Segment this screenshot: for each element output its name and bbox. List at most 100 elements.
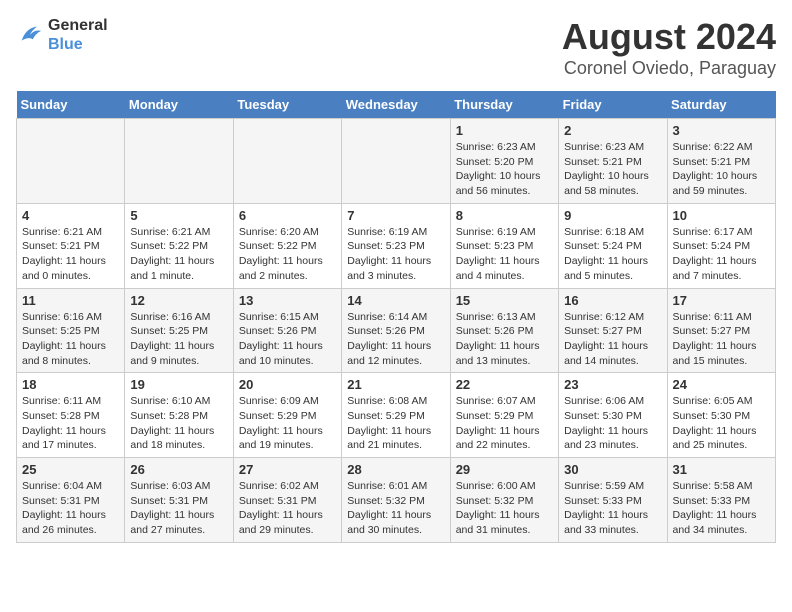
calendar-cell: 14Sunrise: 6:14 AMSunset: 5:26 PMDayligh… [342, 288, 450, 373]
day-number: 4 [22, 208, 119, 223]
day-number: 19 [130, 377, 227, 392]
calendar-cell: 25Sunrise: 6:04 AMSunset: 5:31 PMDayligh… [17, 458, 125, 543]
day-info: Sunrise: 6:06 AMSunset: 5:30 PMDaylight:… [564, 394, 661, 453]
header-tuesday: Tuesday [233, 91, 341, 119]
day-info: Sunrise: 6:08 AMSunset: 5:29 PMDaylight:… [347, 394, 444, 453]
calendar-cell: 29 Sunrise: 6:00 AMSunset: 5:32 PMDayligh… [450, 458, 558, 543]
day-number: 31 [673, 462, 770, 477]
calendar-cell: 3 Sunrise: 6:22 AMSunset: 5:21 PMDaylight… [667, 119, 775, 204]
calendar-cell: 6 Sunrise: 6:20 AMSunset: 5:22 PMDaylight… [233, 203, 341, 288]
day-number: 20 [239, 377, 336, 392]
day-number: 25 [22, 462, 119, 477]
calendar-cell: 15 Sunrise: 6:13 AMSunset: 5:26 PMDayligh… [450, 288, 558, 373]
day-info: Sunrise: 6:21 AMSunset: 5:21 PMDaylight:… [22, 225, 119, 284]
calendar-cell: 31 Sunrise: 5:58 AMSunset: 5:33 PMDayligh… [667, 458, 775, 543]
day-info: Sunrise: 6:11 AMSunset: 5:27 PMDaylight:… [673, 310, 770, 369]
day-info: Sunrise: 6:19 AMSunset: 5:23 PMDaylight:… [347, 225, 444, 284]
day-number: 21 [347, 377, 444, 392]
day-info: Sunrise: 6:22 AMSunset: 5:21 PMDaylight:… [673, 140, 770, 199]
calendar-cell: 11 Sunrise: 6:16 AMSunset: 5:25 PMDayligh… [17, 288, 125, 373]
day-number: 24 [673, 377, 770, 392]
day-info: Sunrise: 5:59 AMSunset: 5:33 PMDaylight:… [564, 479, 661, 538]
calendar-week-row: 11 Sunrise: 6:16 AMSunset: 5:25 PMDayligh… [17, 288, 776, 373]
calendar-week-row: 25Sunrise: 6:04 AMSunset: 5:31 PMDayligh… [17, 458, 776, 543]
calendar-cell: 19 Sunrise: 6:10 AMSunset: 5:28 PMDayligh… [125, 373, 233, 458]
logo-text-general: General [48, 16, 108, 35]
day-info: Sunrise: 6:17 AMSunset: 5:24 PMDaylight:… [673, 225, 770, 284]
calendar-cell: 12 Sunrise: 6:16 AMSunset: 5:25 PMDayligh… [125, 288, 233, 373]
day-info: Sunrise: 6:23 AMSunset: 5:20 PMDaylight:… [456, 140, 553, 199]
calendar-cell: 13 Sunrise: 6:15 AMSunset: 5:26 PMDayligh… [233, 288, 341, 373]
day-number: 13 [239, 293, 336, 308]
calendar-cell: 18Sunrise: 6:11 AMSunset: 5:28 PMDayligh… [17, 373, 125, 458]
day-info: Sunrise: 6:03 AMSunset: 5:31 PMDaylight:… [130, 479, 227, 538]
logo-text-blue: Blue [48, 35, 108, 54]
day-number: 10 [673, 208, 770, 223]
day-info: Sunrise: 6:15 AMSunset: 5:26 PMDaylight:… [239, 310, 336, 369]
calendar-cell [125, 119, 233, 204]
day-number: 15 [456, 293, 553, 308]
header-thursday: Thursday [450, 91, 558, 119]
day-info: Sunrise: 6:19 AMSunset: 5:23 PMDaylight:… [456, 225, 553, 284]
day-number: 17 [673, 293, 770, 308]
calendar-week-row: 18Sunrise: 6:11 AMSunset: 5:28 PMDayligh… [17, 373, 776, 458]
header-monday: Monday [125, 91, 233, 119]
calendar-cell: 9 Sunrise: 6:18 AMSunset: 5:24 PMDaylight… [559, 203, 667, 288]
day-info: Sunrise: 6:00 AMSunset: 5:32 PMDaylight:… [456, 479, 553, 538]
calendar-cell: 17 Sunrise: 6:11 AMSunset: 5:27 PMDayligh… [667, 288, 775, 373]
calendar-cell: 5 Sunrise: 6:21 AMSunset: 5:22 PMDaylight… [125, 203, 233, 288]
day-info: Sunrise: 6:21 AMSunset: 5:22 PMDaylight:… [130, 225, 227, 284]
day-number: 11 [22, 293, 119, 308]
day-info: Sunrise: 6:02 AMSunset: 5:31 PMDaylight:… [239, 479, 336, 538]
day-number: 2 [564, 123, 661, 138]
day-number: 5 [130, 208, 227, 223]
calendar-cell: 28Sunrise: 6:01 AMSunset: 5:32 PMDayligh… [342, 458, 450, 543]
day-number: 16 [564, 293, 661, 308]
day-number: 12 [130, 293, 227, 308]
day-number: 8 [456, 208, 553, 223]
calendar-cell: 20Sunrise: 6:09 AMSunset: 5:29 PMDayligh… [233, 373, 341, 458]
day-info: Sunrise: 6:12 AMSunset: 5:27 PMDaylight:… [564, 310, 661, 369]
day-number: 3 [673, 123, 770, 138]
calendar-title: August 2024 [562, 16, 776, 58]
logo-icon [16, 21, 44, 49]
day-number: 22 [456, 377, 553, 392]
calendar-cell: 30Sunrise: 5:59 AMSunset: 5:33 PMDayligh… [559, 458, 667, 543]
calendar-cell [342, 119, 450, 204]
calendar-cell: 21 Sunrise: 6:08 AMSunset: 5:29 PMDayligh… [342, 373, 450, 458]
day-number: 27 [239, 462, 336, 477]
page-header: General Blue August 2024 Coronel Oviedo,… [16, 16, 776, 79]
day-number: 28 [347, 462, 444, 477]
calendar-cell [233, 119, 341, 204]
calendar-cell: 22 Sunrise: 6:07 AMSunset: 5:29 PMDayligh… [450, 373, 558, 458]
day-info: Sunrise: 6:16 AMSunset: 5:25 PMDaylight:… [130, 310, 227, 369]
day-number: 29 [456, 462, 553, 477]
calendar-cell: 24Sunrise: 6:05 AMSunset: 5:30 PMDayligh… [667, 373, 775, 458]
header-friday: Friday [559, 91, 667, 119]
day-info: Sunrise: 6:13 AMSunset: 5:26 PMDaylight:… [456, 310, 553, 369]
calendar-cell: 2 Sunrise: 6:23 AMSunset: 5:21 PMDaylight… [559, 119, 667, 204]
day-number: 14 [347, 293, 444, 308]
day-info: Sunrise: 5:58 AMSunset: 5:33 PMDaylight:… [673, 479, 770, 538]
calendar-cell: 4 Sunrise: 6:21 AMSunset: 5:21 PMDaylight… [17, 203, 125, 288]
day-info: Sunrise: 6:20 AMSunset: 5:22 PMDaylight:… [239, 225, 336, 284]
calendar-subtitle: Coronel Oviedo, Paraguay [562, 58, 776, 79]
calendar-table: SundayMondayTuesdayWednesdayThursdayFrid… [16, 91, 776, 543]
day-info: Sunrise: 6:07 AMSunset: 5:29 PMDaylight:… [456, 394, 553, 453]
calendar-cell: 8 Sunrise: 6:19 AMSunset: 5:23 PMDaylight… [450, 203, 558, 288]
day-number: 23 [564, 377, 661, 392]
calendar-cell [17, 119, 125, 204]
calendar-header-row: SundayMondayTuesdayWednesdayThursdayFrid… [17, 91, 776, 119]
day-number: 9 [564, 208, 661, 223]
title-block: August 2024 Coronel Oviedo, Paraguay [562, 16, 776, 79]
day-number: 26 [130, 462, 227, 477]
calendar-cell: 7Sunrise: 6:19 AMSunset: 5:23 PMDaylight… [342, 203, 450, 288]
calendar-week-row: 1Sunrise: 6:23 AMSunset: 5:20 PMDaylight… [17, 119, 776, 204]
day-info: Sunrise: 6:10 AMSunset: 5:28 PMDaylight:… [130, 394, 227, 453]
day-info: Sunrise: 6:23 AMSunset: 5:21 PMDaylight:… [564, 140, 661, 199]
calendar-cell: 16 Sunrise: 6:12 AMSunset: 5:27 PMDayligh… [559, 288, 667, 373]
day-info: Sunrise: 6:16 AMSunset: 5:25 PMDaylight:… [22, 310, 119, 369]
logo: General Blue [16, 16, 108, 54]
day-info: Sunrise: 6:18 AMSunset: 5:24 PMDaylight:… [564, 225, 661, 284]
day-number: 6 [239, 208, 336, 223]
